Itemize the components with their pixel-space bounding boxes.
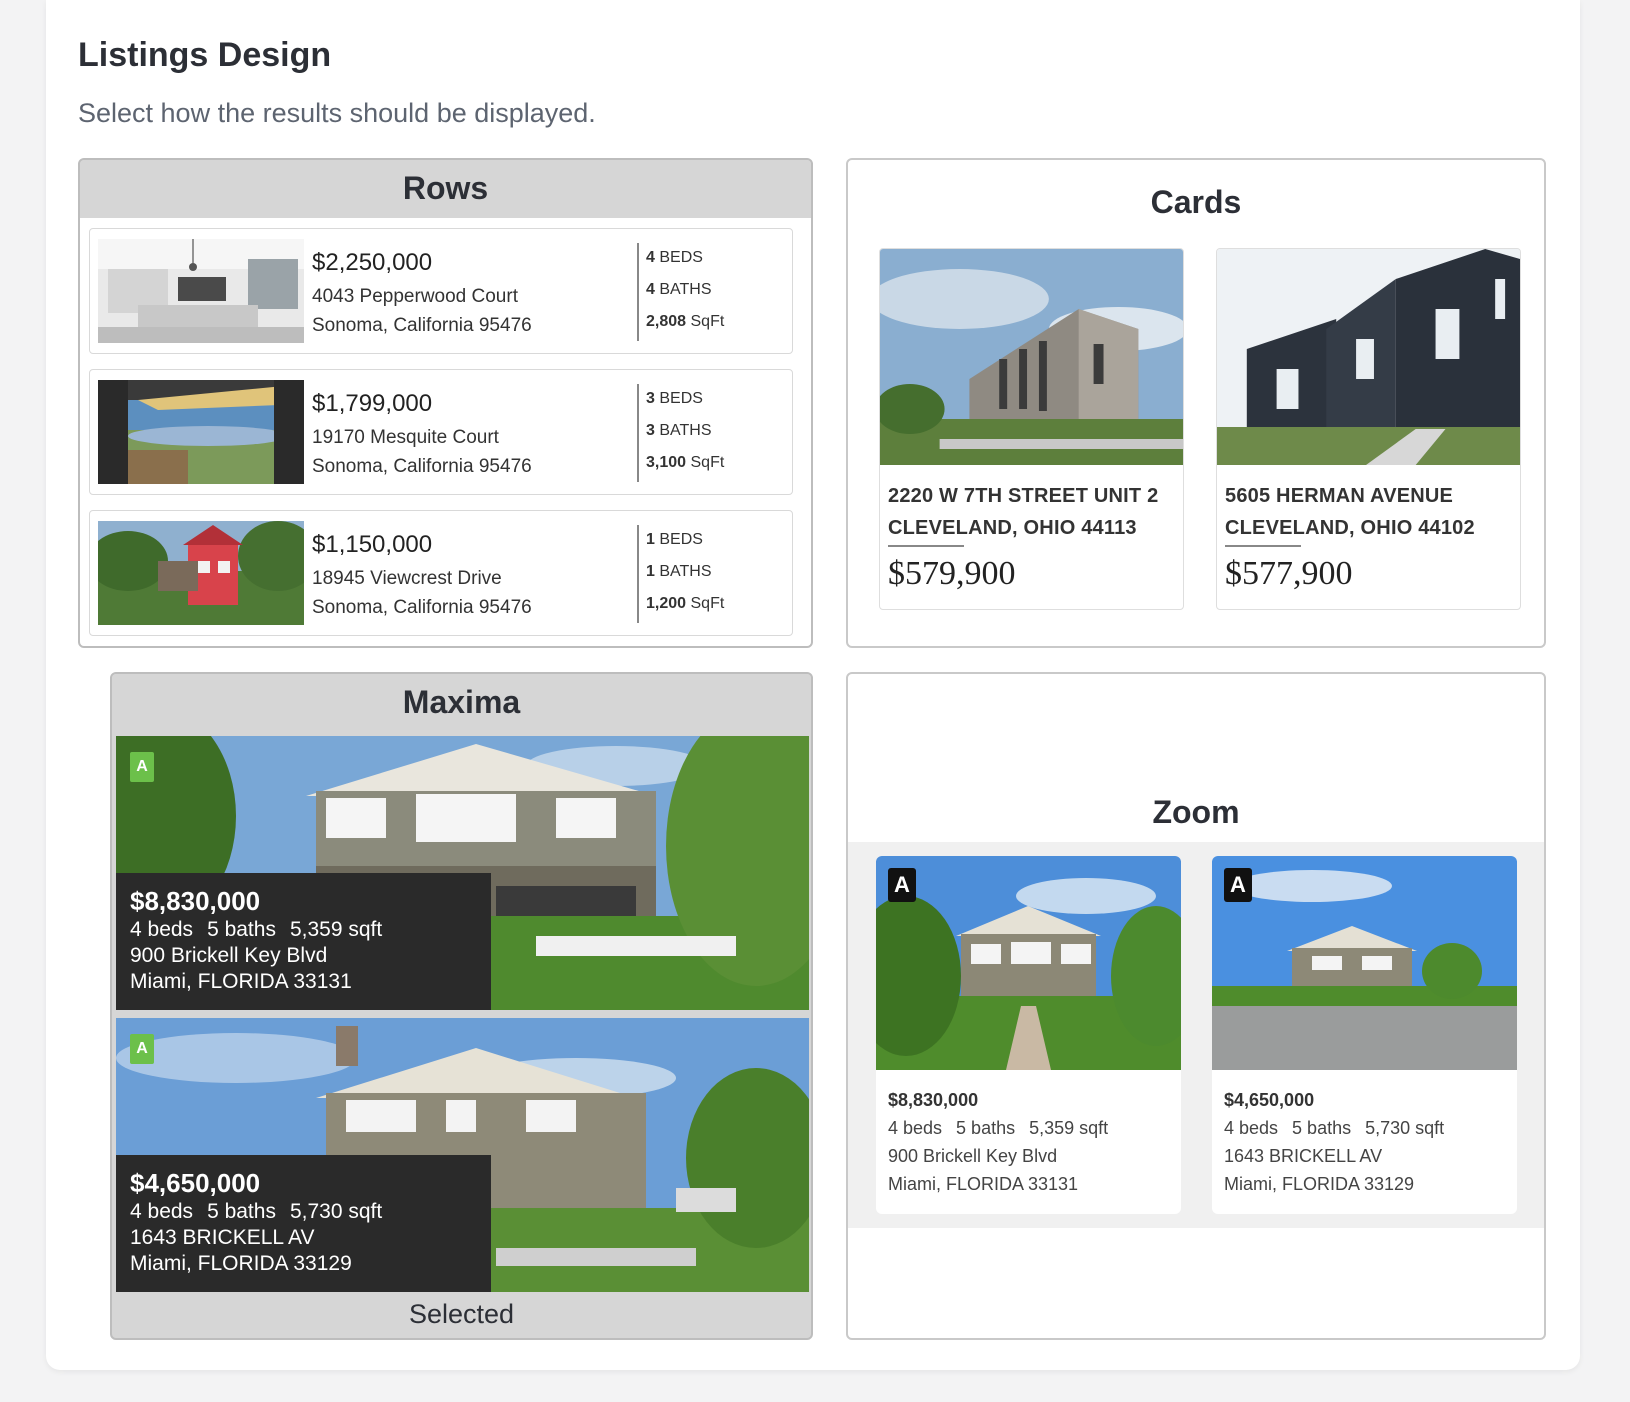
- card-price: $577,900: [1225, 555, 1353, 592]
- listing-specs: 4 beds 5 baths 5,730 sqft: [1224, 1118, 1445, 1138]
- listing-specs: 4 beds 5 baths 5,730 sqft: [130, 1200, 383, 1223]
- listing-specs: 4 beds 5 baths 5,359 sqft: [130, 918, 383, 941]
- card-address: 5605 HERMAN AVENUE: [1225, 485, 1454, 507]
- listing-sqft: 2,808 SqFt: [646, 313, 725, 330]
- design-option-zoom[interactable]: Zoom A $8,830,000 4 beds 5 baths 5,359 sqf…: [846, 672, 1546, 1340]
- zoom-listing-card: A $4,650,000 4 beds 5 baths 5,730 sqft 164…: [1212, 856, 1517, 1214]
- card-city: CLEVELAND, OHIO 44102: [1225, 517, 1475, 539]
- agent-badge: A: [130, 752, 154, 782]
- listing-city: Miami, FLORIDA 33131: [130, 970, 352, 993]
- option-label: Cards: [1150, 184, 1242, 220]
- listing-city: Sonoma, California 95476: [312, 456, 532, 477]
- listing-address: 4043 Pepperwood Court: [312, 286, 518, 307]
- listing-specs: 4 beds 5 baths 5,359 sqft: [888, 1118, 1109, 1138]
- divider: [637, 525, 639, 623]
- rows-preview: $2,250,000 4043 Pepperwood Court Sonoma,…: [80, 218, 811, 646]
- listing-price: $4,650,000: [130, 1168, 261, 1198]
- listing-baths: 1 BATHS: [646, 563, 712, 580]
- zoom-listing-card: A $8,830,000 4 beds 5 baths 5,359 sqft 900…: [876, 856, 1181, 1214]
- listing-price: $4,650,000: [1224, 1090, 1315, 1110]
- listing-photo-kitchen: [98, 239, 304, 343]
- listing-info-overlay: $4,650,000 4 beds 5 baths 5,730 sqft 1643 …: [116, 1155, 491, 1292]
- listing-city: Miami, FLORIDA 33129: [1224, 1174, 1415, 1194]
- listing-photo-modern-house: [1217, 249, 1520, 465]
- maxima-listing: A $4,650,000 4 beds 5 baths 5,730 sqft 164…: [116, 1018, 809, 1292]
- listing-sqft: 3,100 SqFt: [646, 454, 725, 471]
- listing-city: Miami, FLORIDA 33129: [130, 1252, 352, 1275]
- listing-price: $8,830,000: [888, 1090, 979, 1110]
- listing-beds: 4 BEDS: [646, 249, 703, 266]
- divider: [637, 384, 639, 482]
- listing-address: 19170 Mesquite Court: [312, 427, 499, 448]
- card-price: $579,900: [888, 555, 1016, 592]
- divider: [888, 545, 964, 547]
- listing-city: Sonoma, California 95476: [312, 597, 532, 618]
- listing-price: $1,150,000: [312, 531, 433, 558]
- card-city: CLEVELAND, OHIO 44113: [888, 517, 1137, 539]
- list-item: $1,150,000 18945 Viewcrest Drive Sonoma,…: [89, 510, 793, 636]
- listing-photo-craftsman-house: [876, 856, 1181, 1070]
- divider: [1225, 545, 1301, 547]
- option-label: Rows: [80, 160, 811, 218]
- card-address: 2220 W 7TH STREET UNIT 2: [888, 485, 1159, 507]
- listing-address: 18945 Viewcrest Drive: [312, 568, 502, 589]
- listing-address: 1643 BRICKELL AV: [1224, 1146, 1383, 1166]
- agent-badge: A: [888, 868, 916, 902]
- listing-photo-house: [98, 521, 304, 625]
- listing-photo-craftsman-house: [1212, 856, 1517, 1070]
- agent-badge: A: [130, 1034, 154, 1064]
- listing-sqft: 1,200 SqFt: [646, 595, 725, 612]
- selected-status: Selected: [408, 1299, 515, 1329]
- listing-price: $2,250,000: [312, 249, 433, 276]
- listing-address: 900 Brickell Key Blvd: [130, 944, 328, 967]
- maxima-listing: A $8,830,000 4 beds 5 baths 5,359 sqft 900…: [116, 736, 809, 1010]
- listing-baths: 4 BATHS: [646, 281, 712, 298]
- listing-card: 2220 W 7TH STREET UNIT 2 CLEVELAND, OHIO…: [879, 248, 1184, 610]
- listing-info-overlay: $8,830,000 4 beds 5 baths 5,359 sqft 900 B…: [116, 873, 491, 1010]
- option-label: Maxima: [112, 674, 811, 732]
- divider: [637, 243, 639, 341]
- listing-address: 900 Brickell Key Blvd: [888, 1146, 1058, 1166]
- design-option-maxima[interactable]: Maxima A $8,830,000 4 beds 5 baths 5,359 s…: [110, 672, 813, 1340]
- listing-card: 5605 HERMAN AVENUE CLEVELAND, OHIO 44102…: [1216, 248, 1521, 610]
- listing-price: $8,830,000: [130, 886, 261, 916]
- list-item: $2,250,000 4043 Pepperwood Court Sonoma,…: [89, 228, 793, 354]
- listing-city: Miami, FLORIDA 33131: [888, 1174, 1079, 1194]
- listing-beds: 1 BEDS: [646, 531, 703, 548]
- listing-baths: 3 BATHS: [646, 422, 712, 439]
- design-option-rows[interactable]: Rows $2,250,000 4043 Pepperwood Court So…: [78, 158, 813, 648]
- section-title: Listings Design: [78, 36, 332, 74]
- listing-beds: 3 BEDS: [646, 390, 703, 407]
- listing-address: 1643 BRICKELL AV: [130, 1226, 315, 1249]
- agent-badge: A: [1224, 868, 1252, 902]
- list-item: $1,799,000 19170 Mesquite Court Sonoma, …: [89, 369, 793, 495]
- listing-photo-view: [98, 380, 304, 484]
- section-subtitle: Select how the results should be display…: [78, 98, 596, 128]
- listing-price: $1,799,000: [312, 390, 433, 417]
- listing-photo-townhouse: [880, 249, 1183, 465]
- listing-city: Sonoma, California 95476: [312, 315, 532, 336]
- option-label: Zoom: [1152, 794, 1240, 830]
- design-option-cards[interactable]: Cards 2220 W 7TH STREET UNIT 2 CLEVELAND…: [846, 158, 1546, 648]
